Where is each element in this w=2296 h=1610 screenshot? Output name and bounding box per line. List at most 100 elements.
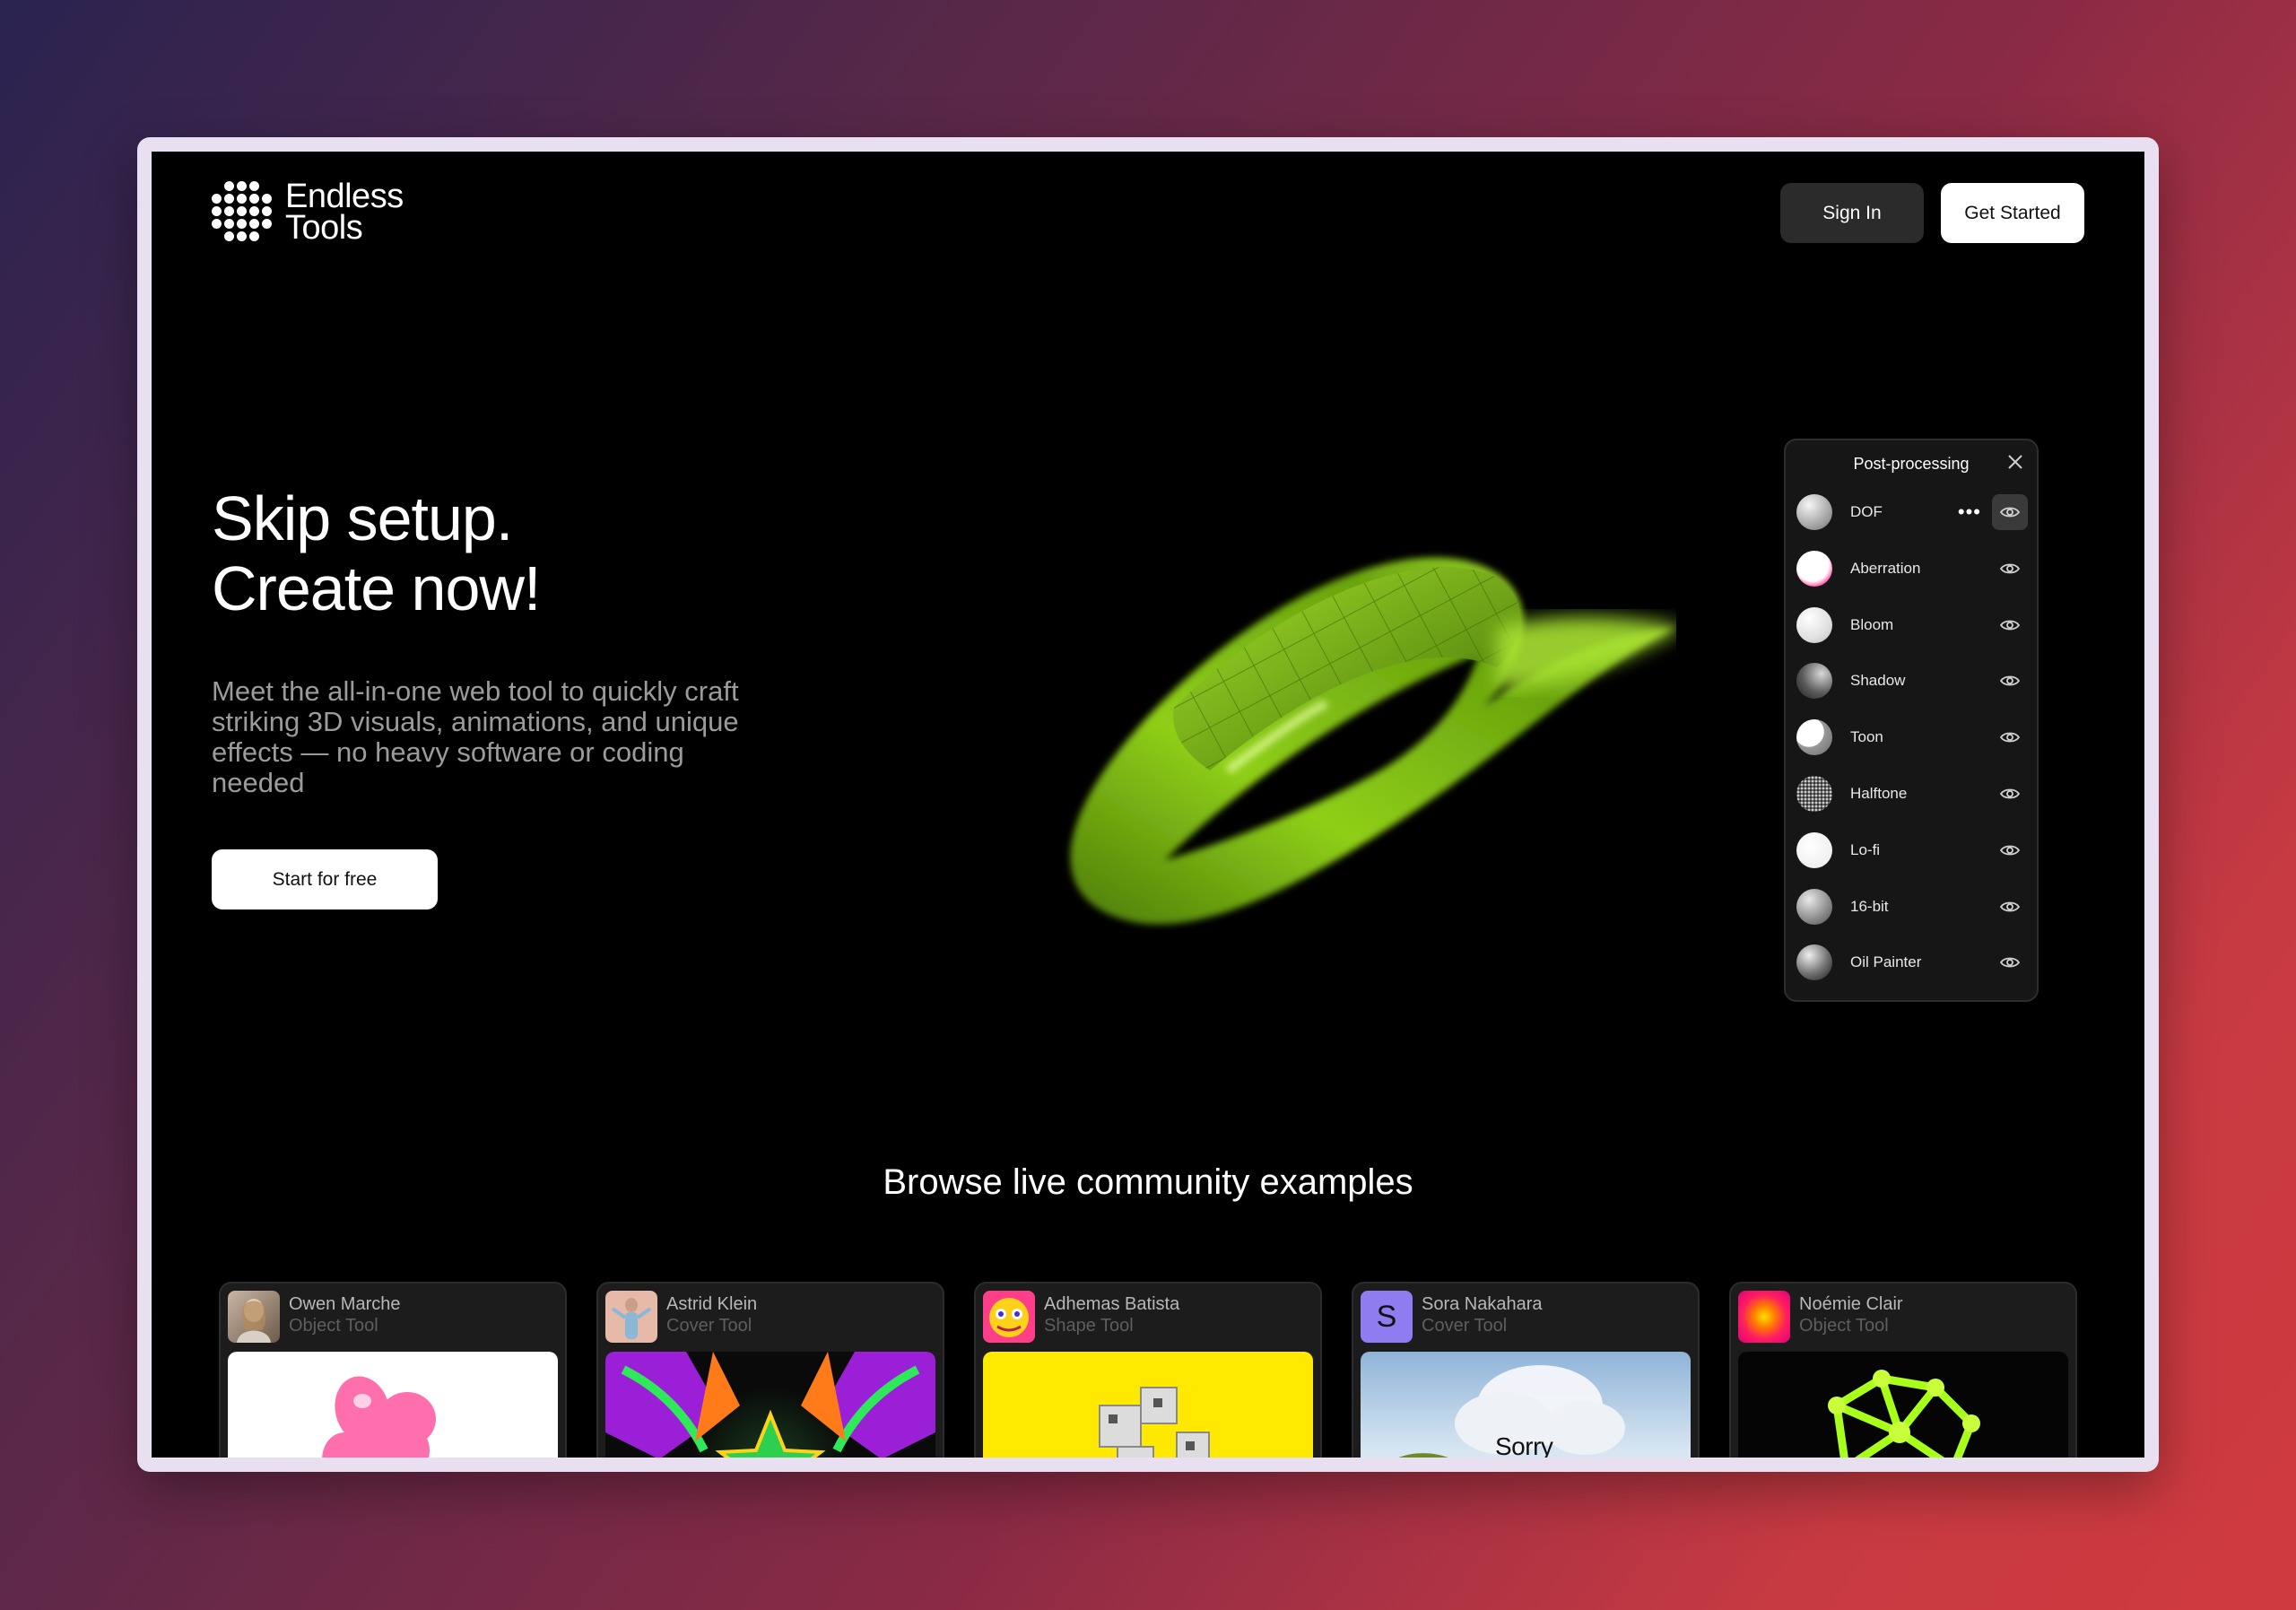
panel-item-aberration[interactable]: Aberration	[1796, 547, 2028, 590]
logo-dot	[237, 231, 247, 241]
close-icon[interactable]	[2005, 451, 2026, 473]
logo-dot	[224, 194, 234, 204]
community-card[interactable]: Adhemas Batista Shape Tool	[974, 1282, 1322, 1458]
logo-dot	[237, 219, 247, 229]
start-for-free-button[interactable]: Start for free	[212, 849, 438, 909]
logo-dot	[237, 194, 247, 204]
effect-preview-icon	[1796, 888, 1832, 925]
effect-preview-icon	[1796, 494, 1832, 530]
logo-dot	[212, 219, 222, 229]
logo-dot	[212, 194, 222, 204]
card-image-text: Sorry	[1495, 1432, 1553, 1458]
avatar	[983, 1291, 1035, 1343]
effect-preview-icon	[1796, 719, 1832, 756]
card-tool: Object Tool	[289, 1316, 378, 1336]
panel-item-label: DOF	[1850, 503, 1883, 520]
eye-icon[interactable]	[1992, 607, 2028, 643]
eye-icon[interactable]	[1992, 832, 2028, 868]
effect-preview-icon	[1796, 606, 1832, 643]
eye-icon[interactable]	[1992, 719, 2028, 755]
panel-item-oil-painter[interactable]: Oil Painter	[1796, 941, 2028, 984]
panel-item-dof[interactable]: DOF •••	[1796, 491, 2028, 534]
eye-icon[interactable]	[1992, 551, 2028, 587]
hero-title-line-1: Skip setup.	[212, 483, 513, 553]
more-options-icon[interactable]: •••	[1958, 502, 1981, 522]
card-preview-image: Sorry	[1361, 1352, 1691, 1458]
logo-dot	[262, 194, 272, 204]
community-card[interactable]: Astrid Klein Cover Tool	[596, 1282, 944, 1458]
card-author: Sora Nakahara	[1422, 1294, 1543, 1314]
eye-icon[interactable]	[1992, 776, 2028, 812]
avatar: S	[1361, 1291, 1413, 1343]
logo-dot	[224, 219, 234, 229]
logo-dot	[249, 206, 259, 216]
page: Endless Tools Sign In Get Started Skip s…	[152, 152, 2144, 1458]
logo-dot	[212, 206, 222, 216]
eye-icon[interactable]	[1992, 944, 2028, 980]
logo[interactable]: Endless Tools	[212, 178, 404, 245]
avatar	[228, 1291, 280, 1343]
panel-item-lo-fi[interactable]: Lo-fi	[1796, 829, 2028, 872]
panel-title: Post-processing	[1853, 455, 1970, 473]
logo-dots-icon	[212, 181, 274, 244]
panel-item-label: Aberration	[1850, 559, 1921, 577]
panel-item-16-bit[interactable]: 16-bit	[1796, 885, 2028, 928]
logo-line-1: Endless	[285, 178, 404, 215]
eye-icon[interactable]	[1992, 663, 2028, 699]
panel-item-label: 16-bit	[1850, 897, 1889, 915]
logo-dot	[237, 181, 247, 191]
logo-text: Endless Tools	[285, 178, 404, 245]
logo-dot	[224, 181, 234, 191]
card-tool: Cover Tool	[1422, 1316, 1508, 1336]
effect-preview-icon	[1796, 663, 1832, 700]
card-tool: Shape Tool	[1044, 1316, 1134, 1336]
effect-preview-icon	[1796, 831, 1832, 868]
sign-in-button[interactable]: Sign In	[1780, 183, 1924, 243]
effect-preview-icon	[1796, 944, 1832, 981]
hero-title-line-2: Create now!	[212, 553, 541, 623]
card-author: Noémie Clair	[1799, 1294, 1903, 1314]
card-preview-image	[1738, 1352, 2068, 1458]
panel-item-label: Halftone	[1850, 785, 1908, 802]
card-author: Adhemas Batista	[1044, 1294, 1180, 1314]
avatar	[605, 1291, 657, 1343]
panel-item-label: Shadow	[1850, 672, 1906, 690]
panel-item-bloom[interactable]: Bloom	[1796, 604, 2028, 647]
post-processing-panel: Post-processing DOF ••• Aberration Bloom Sha…	[1784, 439, 2039, 1002]
hero-title: Skip setup. Create now!	[212, 483, 541, 623]
logo-dot	[249, 181, 259, 191]
hero-3d-object	[959, 474, 1685, 977]
logo-dot	[237, 206, 247, 216]
eye-icon[interactable]	[1992, 494, 2028, 530]
hero-description: Meet the all-in-one web tool to quickly …	[212, 675, 739, 798]
logo-dot	[224, 231, 234, 241]
panel-item-shadow[interactable]: Shadow	[1796, 659, 2028, 702]
card-preview-image	[605, 1352, 935, 1458]
mobius-ribbon-image	[1070, 557, 1685, 925]
card-tool: Cover Tool	[666, 1316, 752, 1336]
card-preview-image	[228, 1352, 558, 1458]
logo-dot	[224, 206, 234, 216]
panel-item-toon[interactable]: Toon	[1796, 716, 2028, 759]
logo-dot	[262, 219, 272, 229]
community-card[interactable]: Noémie Clair Object Tool	[1729, 1282, 2077, 1458]
panel-item-label: Toon	[1850, 728, 1883, 746]
browse-section-title: Browse live community examples	[883, 1162, 1413, 1202]
get-started-button[interactable]: Get Started	[1941, 183, 2084, 243]
card-tool: Object Tool	[1799, 1316, 1889, 1336]
card-preview-image	[983, 1352, 1313, 1458]
logo-dot	[249, 194, 259, 204]
eye-icon[interactable]	[1992, 889, 2028, 925]
panel-item-halftone[interactable]: Halftone	[1796, 772, 2028, 815]
effect-preview-icon	[1796, 776, 1832, 812]
card-author: Astrid Klein	[666, 1294, 758, 1314]
card-author: Owen Marche	[289, 1294, 401, 1314]
community-card[interactable]: S Sora Nakahara Cover Tool Sorry	[1352, 1282, 1700, 1458]
panel-item-label: Bloom	[1850, 615, 1894, 633]
logo-dot	[249, 219, 259, 229]
avatar	[1738, 1291, 1790, 1343]
effect-preview-icon	[1796, 550, 1832, 587]
logo-dot	[262, 206, 272, 216]
community-card[interactable]: Owen Marche Object Tool	[219, 1282, 567, 1458]
panel-item-label: Lo-fi	[1850, 840, 1881, 858]
